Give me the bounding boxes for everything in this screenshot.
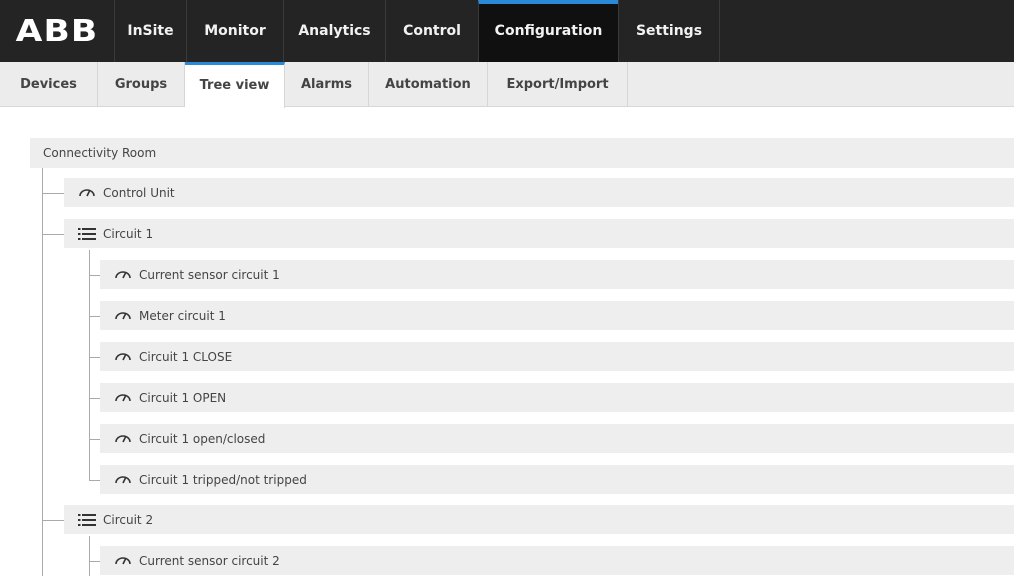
sub-tab-label: Tree view bbox=[199, 77, 270, 93]
gauge-icon bbox=[114, 391, 132, 405]
tree-connector-line bbox=[89, 250, 90, 480]
tree-connector-line bbox=[89, 536, 90, 576]
sub-tab-label: Devices bbox=[20, 77, 77, 92]
tree-node-meter-circuit-1[interactable]: Meter circuit 1 bbox=[100, 301, 1014, 330]
tree-node-label: Circuit 2 bbox=[103, 512, 154, 527]
sub-tab-automation[interactable]: Automation bbox=[369, 62, 488, 107]
list-icon bbox=[78, 513, 96, 527]
tree-node-label: Circuit 1 bbox=[103, 226, 154, 241]
top-tab-analytics[interactable]: Analytics bbox=[283, 0, 385, 62]
top-tab-monitor[interactable]: Monitor bbox=[186, 0, 283, 62]
sub-tab-label: Alarms bbox=[301, 77, 352, 92]
tree-node-label: Connectivity Room bbox=[43, 146, 157, 160]
tree-node-label: Control Unit bbox=[103, 185, 175, 200]
tree-node-label: Circuit 1 open/closed bbox=[139, 431, 266, 446]
tree-connector-line bbox=[89, 439, 100, 440]
top-tab-label: InSite bbox=[127, 23, 174, 39]
top-tab-insite[interactable]: InSite bbox=[114, 0, 186, 62]
tree-node-circuit-1[interactable]: Circuit 1 bbox=[64, 219, 1014, 248]
top-tab-label: Monitor bbox=[204, 23, 266, 39]
tree-connector-line bbox=[89, 316, 100, 317]
tree-node-current-sensor-circuit-2[interactable]: Current sensor circuit 2 bbox=[100, 546, 1014, 575]
tree-node-label: Circuit 1 OPEN bbox=[139, 390, 227, 405]
tree-node-label: Meter circuit 1 bbox=[139, 308, 226, 323]
tree-node-label: Current sensor circuit 1 bbox=[139, 267, 280, 282]
gauge-icon bbox=[114, 554, 132, 568]
tree-connector-line bbox=[89, 275, 100, 276]
tree-connector-line bbox=[89, 561, 100, 562]
tree-connector-line bbox=[42, 193, 64, 194]
sub-tab-devices[interactable]: Devices bbox=[0, 62, 98, 107]
top-tab-control[interactable]: Control bbox=[385, 0, 478, 62]
sub-tab-label: Groups bbox=[114, 77, 168, 92]
top-tab-settings[interactable]: Settings bbox=[618, 0, 720, 62]
gauge-icon bbox=[114, 432, 132, 446]
sub-tab-export-import[interactable]: Export/Import bbox=[488, 62, 628, 107]
top-tab-label: Settings bbox=[635, 23, 703, 39]
sub-tab-tree-view[interactable]: Tree view bbox=[185, 62, 285, 108]
tree-root-node[interactable]: Connectivity Room bbox=[30, 138, 1014, 168]
tree-connector-line bbox=[42, 168, 43, 576]
tree-connector-line bbox=[42, 520, 64, 521]
top-tab-label: Configuration bbox=[494, 23, 603, 39]
tree-connector-line bbox=[89, 357, 100, 358]
gauge-icon bbox=[114, 473, 132, 487]
top-tab-label: Control bbox=[403, 23, 461, 39]
tree-node-circuit-1-close[interactable]: Circuit 1 CLOSE bbox=[100, 342, 1014, 371]
tree-node-circuit-2[interactable]: Circuit 2 bbox=[64, 505, 1014, 534]
tree-node-current-sensor-circuit-1[interactable]: Current sensor circuit 1 bbox=[100, 260, 1014, 289]
tree-node-control-unit[interactable]: Control Unit bbox=[64, 178, 1014, 207]
gauge-icon bbox=[114, 350, 132, 364]
tree-node-label: Circuit 1 tripped/not tripped bbox=[139, 472, 307, 487]
abb-logo[interactable]: ABB bbox=[0, 0, 114, 62]
gauge-icon bbox=[78, 186, 96, 200]
gauge-icon bbox=[114, 309, 132, 323]
list-icon bbox=[78, 227, 96, 241]
sub-navigation-bar: Devices Groups Tree view Alarms Automati… bbox=[0, 62, 1014, 108]
tree-connector-line bbox=[89, 398, 100, 399]
top-tab-configuration[interactable]: Configuration bbox=[478, 0, 618, 62]
tree-connector-line bbox=[89, 480, 100, 481]
tree-node-circuit-1-open-closed[interactable]: Circuit 1 open/closed bbox=[100, 424, 1014, 453]
tree-connector-line bbox=[42, 234, 64, 235]
top-navigation-bar: ABB InSite Monitor Analytics Control Con… bbox=[0, 0, 1014, 62]
tree-node-label: Current sensor circuit 2 bbox=[139, 553, 280, 568]
gauge-icon bbox=[114, 268, 132, 282]
sub-tab-groups[interactable]: Groups bbox=[98, 62, 185, 107]
tree-node-circuit-1-tripped[interactable]: Circuit 1 tripped/not tripped bbox=[100, 465, 1014, 494]
sub-tab-alarms[interactable]: Alarms bbox=[285, 62, 369, 107]
sub-tab-label: Export/Import bbox=[506, 77, 609, 92]
sub-tab-label: Automation bbox=[385, 77, 471, 92]
top-tab-label: Analytics bbox=[298, 23, 371, 39]
tree-node-label: Circuit 1 CLOSE bbox=[139, 349, 233, 364]
tree-node-circuit-1-open[interactable]: Circuit 1 OPEN bbox=[100, 383, 1014, 412]
